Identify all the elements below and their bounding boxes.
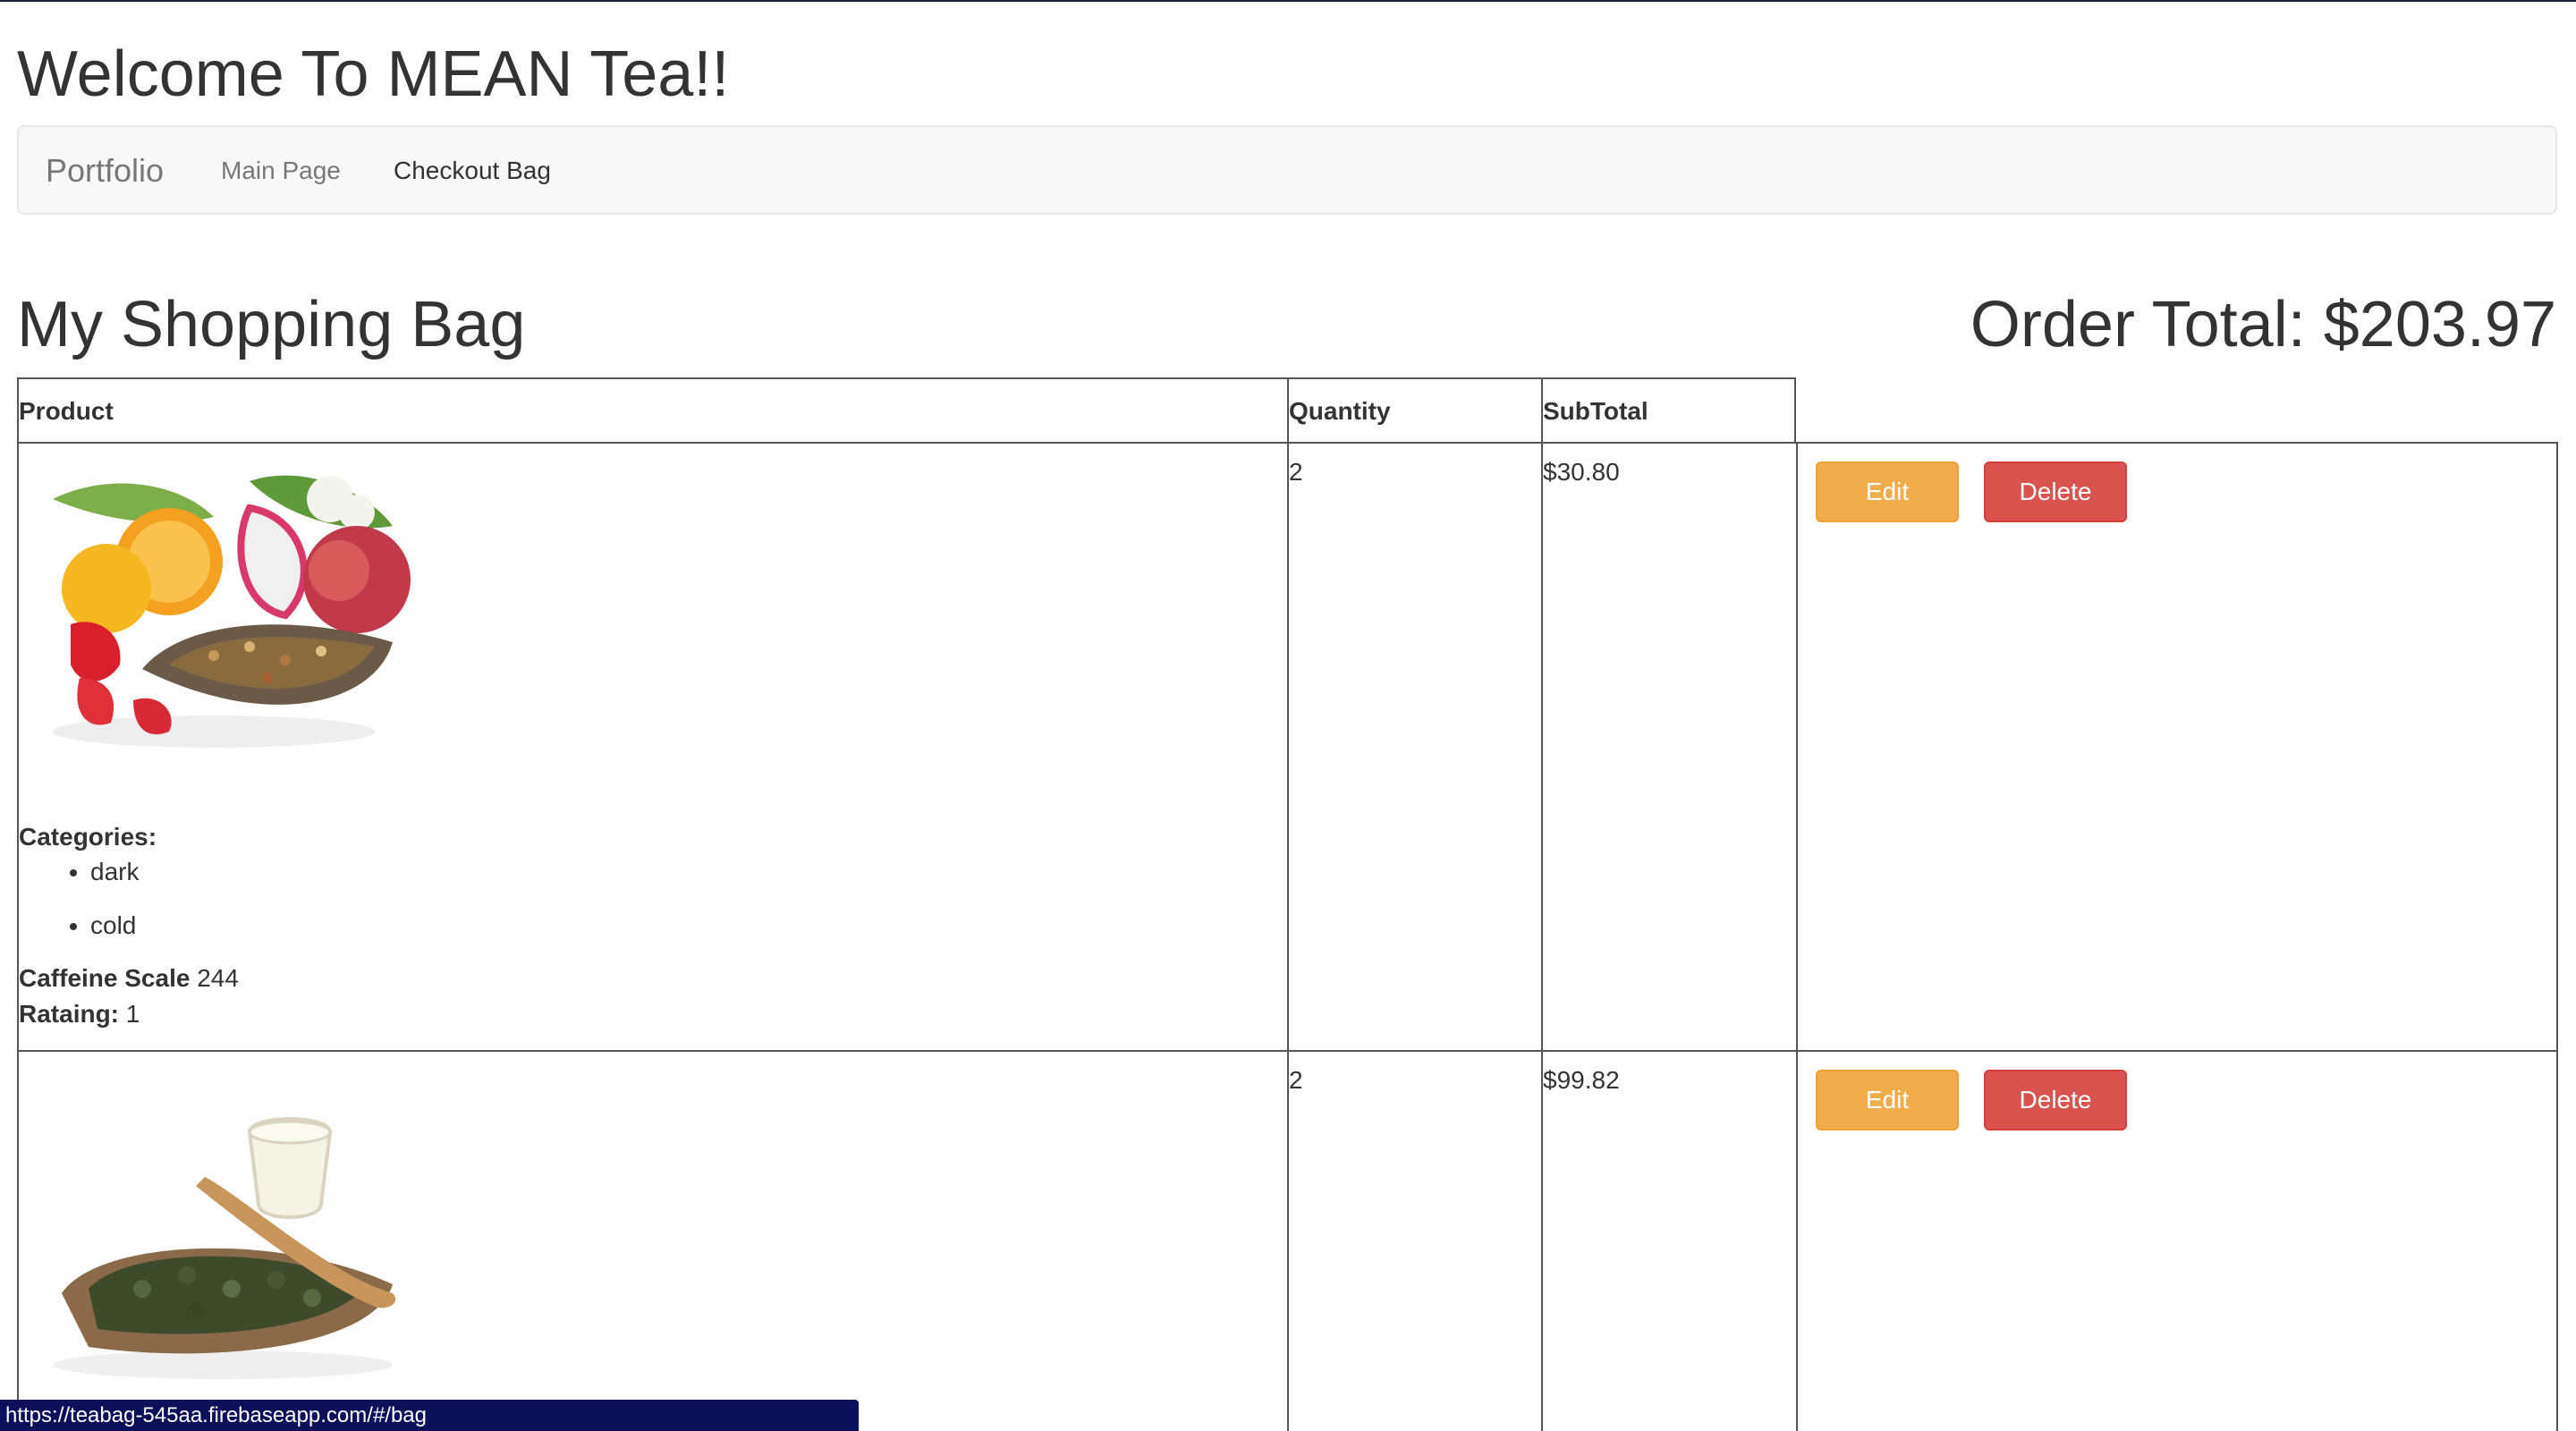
category-item: cold — [90, 907, 139, 961]
edit-button[interactable]: Edit — [1816, 1070, 1959, 1130]
categories-list: dark cold — [19, 853, 139, 961]
edit-button[interactable]: Edit — [1816, 461, 1959, 522]
quantity-cell: 2 — [1287, 442, 1541, 1050]
actions-cell: Edit Delete — [1796, 1050, 2558, 1431]
table-row: Categories: dark cold Caffeine Scale 244… — [17, 442, 2558, 1050]
navbar: Portfolio Main Page Checkout Bag — [17, 125, 2557, 215]
rating-value: 1 — [125, 1000, 140, 1028]
table-header-row: Product Quantity SubTotal — [17, 377, 2558, 442]
actions-cell: Edit Delete — [1796, 442, 2558, 1050]
rating-line: Rataing: 1 — [19, 1000, 140, 1029]
column-header-quantity: Quantity — [1287, 377, 1541, 442]
delete-button[interactable]: Delete — [1984, 1070, 2127, 1130]
product-cell — [17, 1050, 1287, 1431]
caffeine-line: Caffeine Scale 244 — [19, 964, 239, 993]
product-cell: Categories: dark cold Caffeine Scale 244… — [17, 442, 1287, 1050]
green-tea-image — [53, 1117, 396, 1379]
subtotal-cell: $30.80 — [1541, 442, 1796, 1050]
order-total: Order Total: $203.97 — [1970, 289, 2556, 360]
nav-link-main-page[interactable]: Main Page — [221, 127, 341, 215]
column-header-product: Product — [17, 377, 1287, 442]
shopping-bag-title: My Shopping Bag — [17, 289, 526, 360]
window-top-border — [0, 0, 2576, 2]
delete-button[interactable]: Delete — [1984, 461, 2127, 522]
rating-label: Rataing: — [19, 1000, 119, 1028]
subtotal-cell: $99.82 — [1541, 1050, 1796, 1431]
fruit-tea-image — [53, 475, 411, 748]
caffeine-label: Caffeine Scale — [19, 964, 191, 992]
column-header-subtotal: SubTotal — [1541, 377, 1796, 442]
nav-brand[interactable]: Portfolio — [46, 127, 164, 215]
caffeine-value: 244 — [197, 964, 239, 992]
nav-link-checkout-bag[interactable]: Checkout Bag — [394, 127, 551, 215]
status-bar-url: https://teabag-545aa.firebaseapp.com/#/b… — [0, 1400, 859, 1431]
table-row: 2 $99.82 Edit Delete — [17, 1050, 2558, 1431]
page-title: Welcome To MEAN Tea!! — [17, 38, 730, 110]
category-item: dark — [90, 853, 139, 907]
quantity-cell: 2 — [1287, 1050, 1541, 1431]
categories-label: Categories: — [19, 823, 157, 851]
